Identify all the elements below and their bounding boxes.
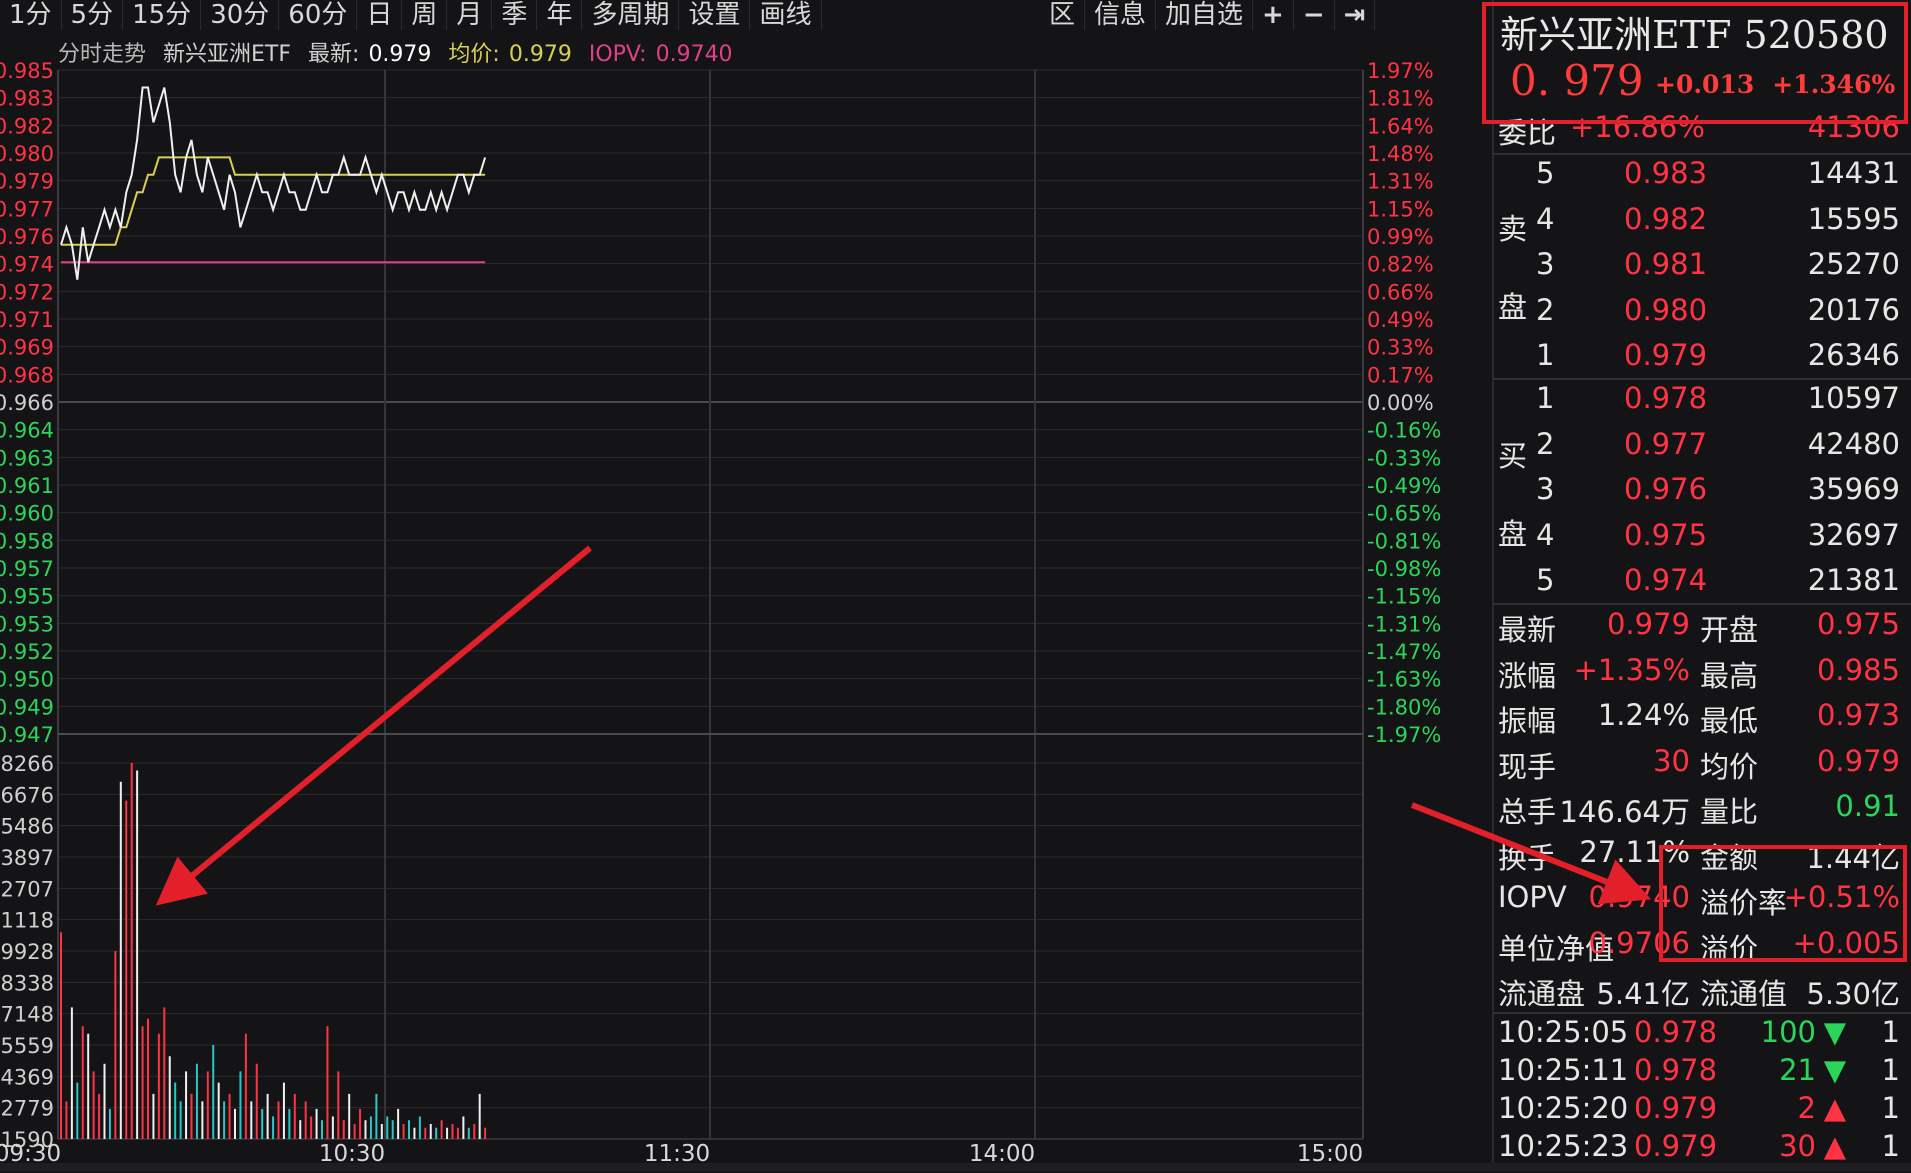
- arrow-to-volume: [155, 545, 592, 906]
- separator: [1492, 1012, 1911, 1014]
- arrow-to-premium: [1410, 802, 1652, 905]
- separator: [1492, 153, 1911, 155]
- separator: [1492, 378, 1911, 380]
- bottom-scrollbar[interactable]: [0, 1163, 1911, 1171]
- separator: [1492, 603, 1911, 605]
- annotation-arrows: [155, 545, 1652, 906]
